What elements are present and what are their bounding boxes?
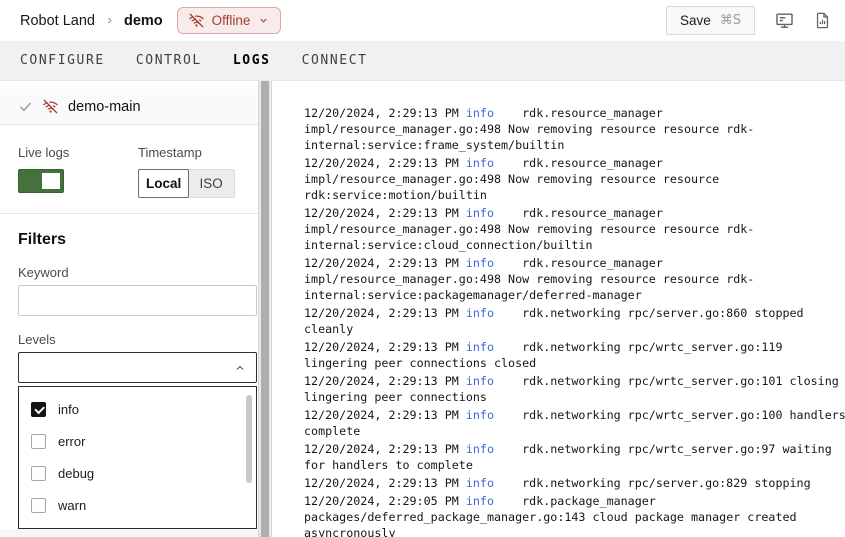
log-entry: 12/20/2024, 2:29:13 PMinfordk.networking… xyxy=(304,441,845,473)
level-option[interactable]: warn xyxy=(19,489,256,521)
log-entry: 12/20/2024, 2:29:05 PMinfordk.package_ma… xyxy=(304,493,845,537)
log-timestamp: 12/20/2024, 2:29:13 PM xyxy=(304,340,459,354)
log-level: info xyxy=(466,205,522,221)
sidebar-filler xyxy=(0,529,258,537)
chevron-up-icon xyxy=(234,362,246,374)
chevron-down-icon xyxy=(258,15,269,26)
levels-option-list: info error debug warn xyxy=(19,393,256,521)
file-report-icon[interactable] xyxy=(814,11,831,30)
timestamp-option-iso[interactable]: ISO xyxy=(188,170,234,197)
log-entry: 12/20/2024, 2:29:13 PMinfordk.resource_m… xyxy=(304,205,845,253)
header-actions: Save ⌘S xyxy=(666,6,831,35)
level-option-label: error xyxy=(58,434,85,449)
log-timestamp: 12/20/2024, 2:29:13 PM xyxy=(304,306,459,320)
log-timestamp: 12/20/2024, 2:29:13 PM xyxy=(304,442,459,456)
log-entry: 12/20/2024, 2:29:13 PMinfordk.networking… xyxy=(304,407,845,439)
log-timestamp: 12/20/2024, 2:29:13 PM xyxy=(304,106,459,120)
log-timestamp: 12/20/2024, 2:29:13 PM xyxy=(304,408,459,422)
divider-handle[interactable] xyxy=(261,81,269,537)
log-level: info xyxy=(466,475,522,491)
log-entry: 12/20/2024, 2:29:13 PM infordk.networking… xyxy=(304,475,845,491)
live-logs-label: Live logs xyxy=(18,145,138,160)
log-timestamp: 12/20/2024, 2:29:13 PM xyxy=(304,206,459,220)
save-button[interactable]: Save ⌘S xyxy=(666,6,755,35)
part-name: demo-main xyxy=(68,99,141,115)
toggle-knob xyxy=(42,173,60,189)
timestamp-option-local[interactable]: Local xyxy=(138,169,189,198)
level-option[interactable]: info xyxy=(19,393,256,425)
dropdown-scrollbar[interactable] xyxy=(246,395,252,483)
wifi-off-icon xyxy=(189,13,204,28)
tab-control[interactable]: CONTROL xyxy=(136,53,202,68)
save-label: Save xyxy=(680,13,711,28)
logs-sidebar: demo-main Live logs Timestamp Local ISO … xyxy=(0,81,258,537)
log-timestamp: 12/20/2024, 2:29:13 PM xyxy=(304,476,459,490)
level-option[interactable]: error xyxy=(19,425,256,457)
filters-title: Filters xyxy=(18,231,258,249)
keyword-input[interactable] xyxy=(18,285,257,316)
log-entry: 12/20/2024, 2:29:13 PMinfordk.networking… xyxy=(304,373,845,405)
breadcrumb-machine[interactable]: demo xyxy=(124,13,163,29)
log-list: 12/20/2024, 2:29:13 PMinfordk.resource_m… xyxy=(304,105,845,537)
timestamp-label: Timestamp xyxy=(138,145,235,160)
tab-bar: CONFIGURE CONTROL LOGS CONNECT xyxy=(0,41,845,81)
tab-configure[interactable]: CONFIGURE xyxy=(20,53,105,68)
log-timestamp: 12/20/2024, 2:29:13 PM xyxy=(304,156,459,170)
keyword-label: Keyword xyxy=(18,265,258,280)
live-logs-toggle[interactable] xyxy=(18,169,64,193)
chevron-right-icon xyxy=(105,16,114,25)
level-option[interactable]: debug xyxy=(19,457,256,489)
machine-monitor-icon[interactable] xyxy=(775,11,794,30)
header: Robot Land demo Offline Save ⌘S xyxy=(0,0,845,41)
check-icon xyxy=(18,99,33,114)
timestamp-format-switch: Local ISO xyxy=(138,169,235,198)
levels-dropdown: info error debug warn xyxy=(18,386,257,529)
log-entry: 12/20/2024, 2:29:13 PMinfordk.networking… xyxy=(304,305,845,337)
log-entry: 12/20/2024, 2:29:13 PMinfordk.resource_m… xyxy=(304,105,845,153)
log-panel: 12/20/2024, 2:29:13 PMinfordk.resource_m… xyxy=(272,81,845,537)
log-level: info xyxy=(466,407,522,423)
level-checkbox[interactable] xyxy=(31,402,46,417)
log-level: info xyxy=(466,105,522,121)
log-entry: 12/20/2024, 2:29:13 PMinfordk.resource_m… xyxy=(304,155,845,203)
log-level: info xyxy=(466,255,522,271)
breadcrumb: Robot Land demo xyxy=(20,13,163,29)
log-timestamp: 12/20/2024, 2:29:13 PM xyxy=(304,256,459,270)
level-option-label: info xyxy=(58,402,79,417)
machine-status-dropdown[interactable]: Offline xyxy=(177,7,282,34)
panel-divider[interactable] xyxy=(258,81,272,537)
log-level: info xyxy=(466,373,522,389)
level-checkbox[interactable] xyxy=(31,466,46,481)
part-selector-demo-main[interactable]: demo-main xyxy=(0,89,258,125)
log-timestamp: 12/20/2024, 2:29:13 PM xyxy=(304,374,459,388)
log-level: info xyxy=(466,493,522,509)
log-level: info xyxy=(466,339,522,355)
log-level: info xyxy=(466,441,522,457)
tab-logs[interactable]: LOGS xyxy=(233,53,271,68)
log-controls: Live logs Timestamp Local ISO xyxy=(0,125,258,214)
wifi-off-icon xyxy=(43,99,58,114)
log-message: rdk.networking rpc/server.go:829 stoppin… xyxy=(522,476,811,490)
save-shortcut: ⌘S xyxy=(720,13,741,28)
levels-label: Levels xyxy=(18,332,258,347)
level-option-label: warn xyxy=(58,498,86,513)
log-level: info xyxy=(466,305,522,321)
log-level: info xyxy=(466,155,522,171)
level-option-label: debug xyxy=(58,466,94,481)
status-label: Offline xyxy=(212,13,251,28)
breadcrumb-org[interactable]: Robot Land xyxy=(20,13,95,29)
levels-select[interactable] xyxy=(18,352,257,383)
log-entry: 12/20/2024, 2:29:13 PMinfordk.resource_m… xyxy=(304,255,845,303)
level-checkbox[interactable] xyxy=(31,434,46,449)
main-content: demo-main Live logs Timestamp Local ISO … xyxy=(0,81,845,537)
log-timestamp: 12/20/2024, 2:29:05 PM xyxy=(304,494,459,508)
log-entry: 12/20/2024, 2:29:13 PMinfordk.networking… xyxy=(304,339,845,371)
level-checkbox[interactable] xyxy=(31,498,46,513)
tab-connect[interactable]: CONNECT xyxy=(302,53,368,68)
